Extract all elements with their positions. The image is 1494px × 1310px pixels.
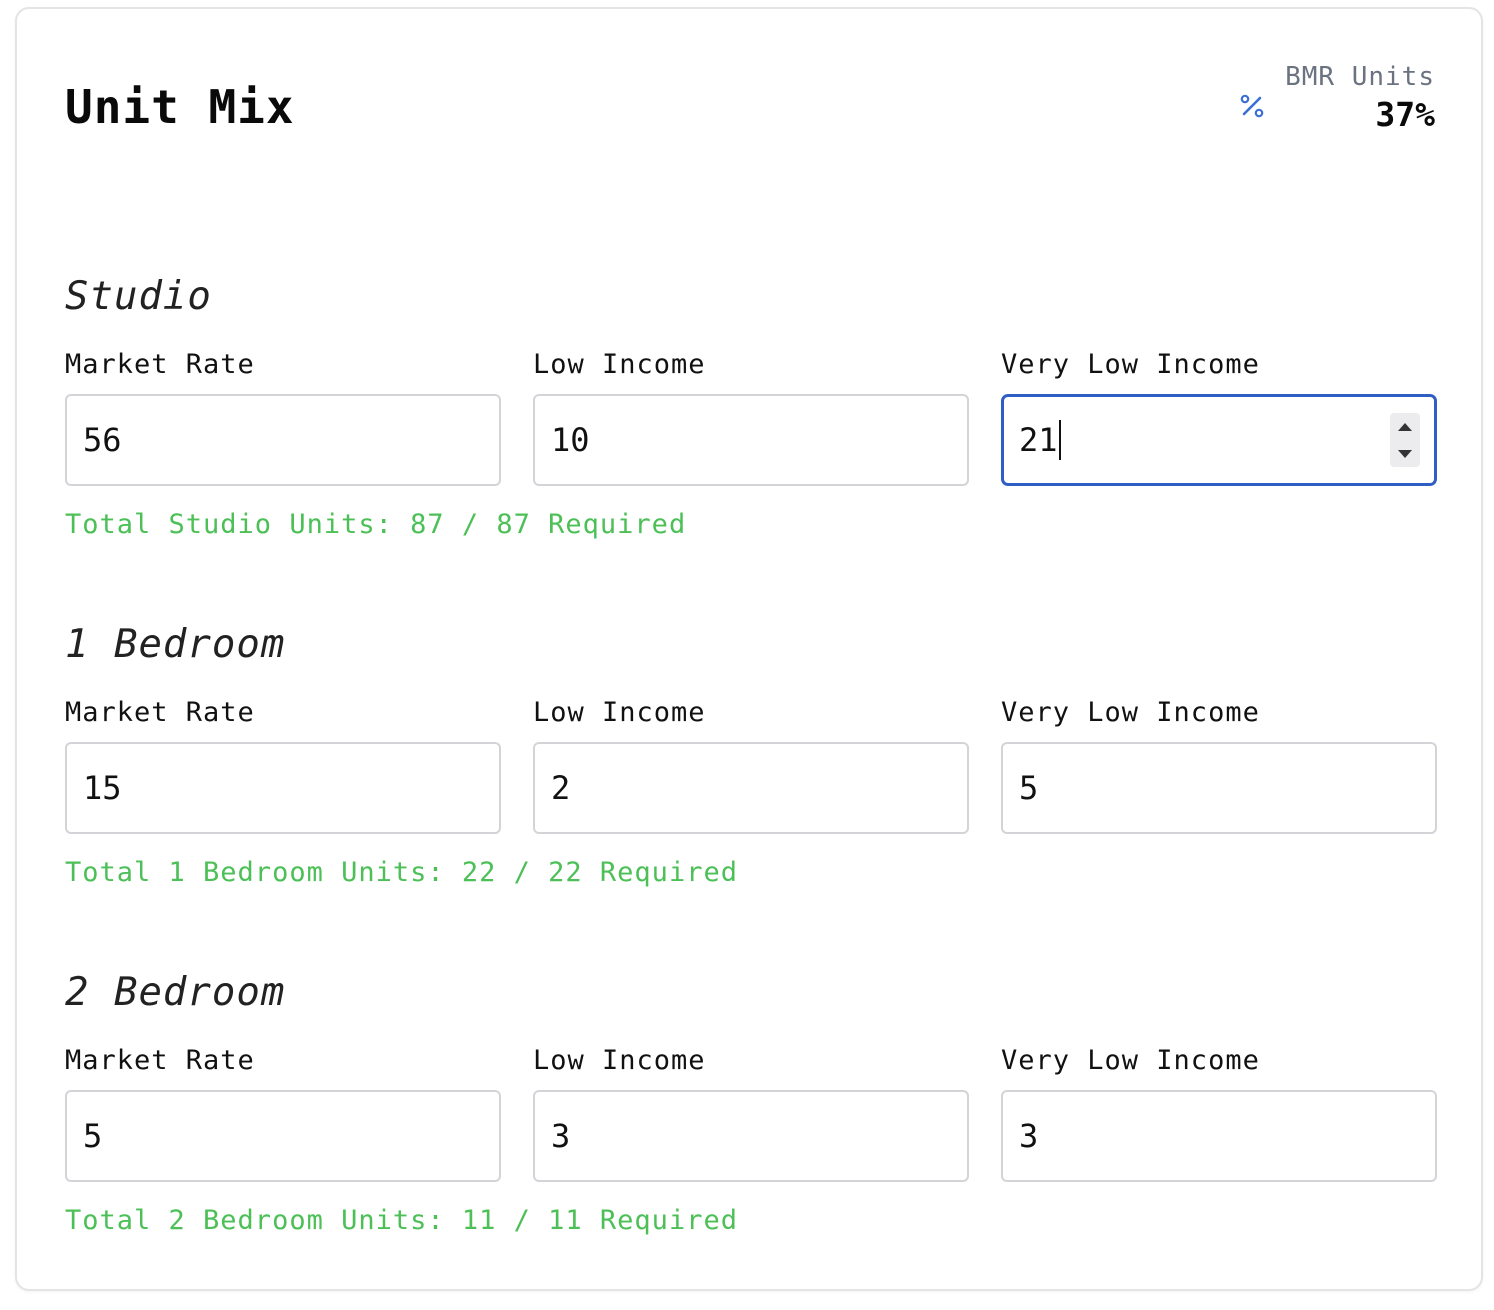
text-caret <box>1058 420 1061 460</box>
decrement-button[interactable] <box>1390 440 1420 467</box>
field-label: Very Low Income <box>1001 349 1260 380</box>
input-value: 5 <box>1019 769 1039 807</box>
stat-value: 37% <box>1375 95 1435 134</box>
field-label: Low Income <box>533 1045 706 1076</box>
field-label: Very Low Income <box>1001 697 1260 728</box>
very-low-income-input[interactable]: 21 <box>1001 394 1437 486</box>
field-market-rate: Market Rate 15 <box>65 697 501 834</box>
field-label: Market Rate <box>65 697 255 728</box>
very-low-income-input[interactable]: 3 <box>1001 1090 1437 1182</box>
input-value: 5 <box>83 1117 103 1155</box>
page-title: Unit Mix <box>65 80 295 134</box>
section-2-bedroom: 2 Bedroom Market Rate 5 Low Income 3 Ver… <box>65 969 1437 1238</box>
very-low-income-input[interactable]: 5 <box>1001 742 1437 834</box>
field-low-income: Low Income 10 <box>533 349 969 486</box>
input-value: 56 <box>83 421 122 459</box>
section-title: Studio <box>65 274 212 319</box>
field-market-rate: Market Rate 5 <box>65 1045 501 1182</box>
section-title: 1 Bedroom <box>65 622 286 667</box>
low-income-input[interactable]: 2 <box>533 742 969 834</box>
field-label: Low Income <box>533 349 706 380</box>
caret-up-icon <box>1398 422 1412 431</box>
field-very-low-income: Very Low Income 3 <box>1001 1045 1437 1182</box>
bmr-units-stat: BMR Units 37% <box>1237 61 1435 135</box>
unit-mix-card: Unit Mix BMR Units 37% Studio Market Rat… <box>15 7 1483 1291</box>
field-low-income: Low Income 3 <box>533 1045 969 1182</box>
section-studio: Studio Market Rate 56 Low Income 10 Very… <box>65 273 1437 542</box>
field-low-income: Low Income 2 <box>533 697 969 834</box>
field-very-low-income: Very Low Income 21 <box>1001 349 1437 486</box>
input-value: 10 <box>551 421 590 459</box>
total-status: Total Studio Units: 87 / 87 Required <box>65 509 687 540</box>
total-status: Total 1 Bedroom Units: 22 / 22 Required <box>65 857 738 888</box>
market-rate-input[interactable]: 56 <box>65 394 501 486</box>
field-very-low-income: Very Low Income 5 <box>1001 697 1437 834</box>
market-rate-input[interactable]: 15 <box>65 742 501 834</box>
input-value: 3 <box>551 1117 571 1155</box>
number-spinner[interactable] <box>1390 413 1420 467</box>
field-label: Very Low Income <box>1001 1045 1260 1076</box>
field-label: Market Rate <box>65 349 255 380</box>
input-value: 15 <box>83 769 122 807</box>
input-value: 3 <box>1019 1117 1039 1155</box>
low-income-input[interactable]: 3 <box>533 1090 969 1182</box>
low-income-input[interactable]: 10 <box>533 394 969 486</box>
percent-icon <box>1237 91 1267 121</box>
stat-label: BMR Units <box>1285 62 1435 92</box>
field-label: Low Income <box>533 697 706 728</box>
field-label: Market Rate <box>65 1045 255 1076</box>
input-value: 2 <box>551 769 571 807</box>
increment-button[interactable] <box>1390 413 1420 440</box>
field-market-rate: Market Rate 56 <box>65 349 501 486</box>
market-rate-input[interactable]: 5 <box>65 1090 501 1182</box>
section-1-bedroom: 1 Bedroom Market Rate 15 Low Income 2 Ve… <box>65 621 1437 890</box>
caret-down-icon <box>1398 449 1412 458</box>
input-value: 21 <box>1019 421 1058 459</box>
total-status: Total 2 Bedroom Units: 11 / 11 Required <box>65 1205 738 1236</box>
section-title: 2 Bedroom <box>65 970 286 1015</box>
